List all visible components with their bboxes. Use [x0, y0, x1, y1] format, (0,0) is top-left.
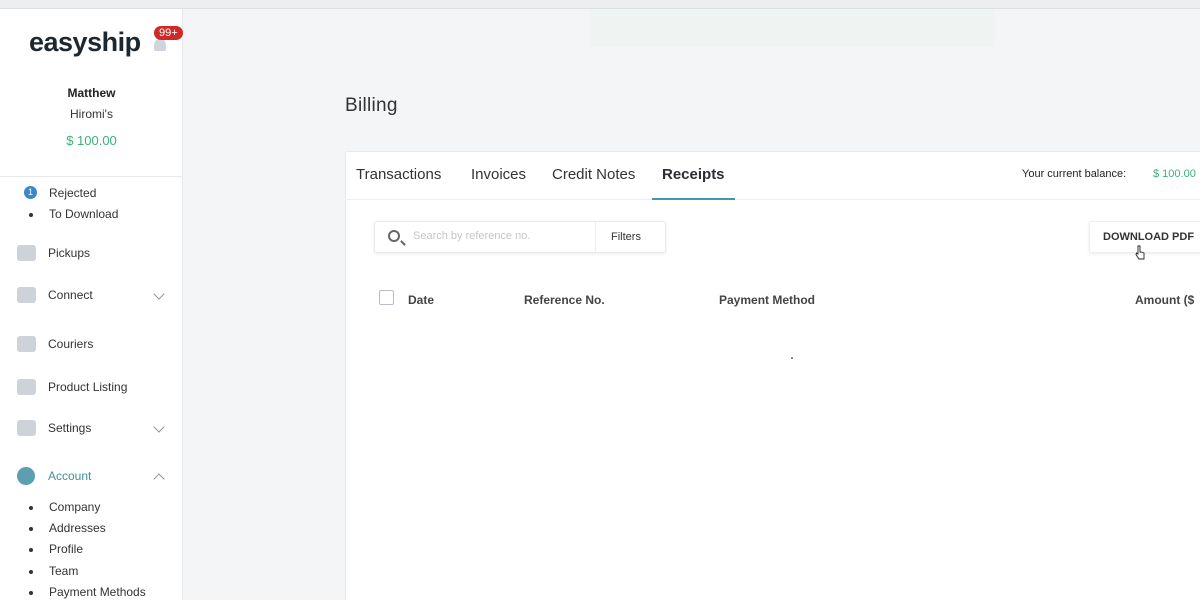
loading-indicator [791, 357, 793, 359]
account-icon [17, 467, 35, 485]
current-balance-value: $ 100.00 [1153, 168, 1196, 180]
bell-icon[interactable] [154, 39, 166, 51]
sidebar: easyship 99+ Matthew Hiromi's $ 100.00 1… [0, 9, 183, 600]
settings-icon [17, 420, 36, 436]
sidebar-divider [0, 176, 183, 177]
sidebar-item-label: Settings [48, 421, 92, 435]
filters-button[interactable]: Filters [611, 231, 641, 243]
current-balance-label: Your current balance: [1022, 168, 1127, 180]
download-pdf-label: DOWNLOAD PDF [1103, 231, 1195, 243]
tabs-divider [345, 199, 1200, 200]
bullet-icon [29, 570, 33, 574]
chevron-up-icon [153, 473, 165, 485]
tab-invoices[interactable]: Invoices [471, 166, 526, 183]
notification-badge[interactable]: 99+ [154, 26, 183, 40]
column-header-reference[interactable]: Reference No. [524, 293, 605, 307]
sidebar-item-label: Connect [48, 288, 93, 302]
box-icon [17, 379, 36, 395]
filters-separator [595, 222, 596, 252]
sidebar-item-settings[interactable]: Settings [0, 416, 183, 442]
courier-icon [17, 336, 36, 352]
browser-top-strip [0, 0, 1200, 9]
select-all-checkbox[interactable] [379, 290, 394, 305]
user-name: Matthew [67, 86, 116, 100]
search-icon [388, 230, 400, 242]
sidebar-subitem-profile[interactable]: Profile [49, 542, 83, 556]
chevron-down-icon [153, 288, 165, 300]
bullet-icon [29, 548, 33, 552]
user-balance: $ 100.00 [66, 133, 117, 148]
sidebar-subitem-team[interactable]: Team [49, 564, 78, 578]
sidebar-item-account[interactable]: Account [0, 464, 183, 490]
easyship-logo[interactable]: easyship [29, 27, 141, 58]
sidebar-item-connect[interactable]: Connect [0, 283, 183, 309]
tab-credit-notes[interactable]: Credit Notes [552, 166, 635, 183]
sidebar-subitem-rejected[interactable]: Rejected [49, 186, 96, 200]
bullet-icon [29, 506, 33, 510]
user-company: Hiromi's [70, 107, 113, 121]
sidebar-item-couriers[interactable]: Couriers [0, 332, 183, 358]
sidebar-subitem-company[interactable]: Company [49, 500, 100, 514]
sidebar-subitem-addresses[interactable]: Addresses [49, 521, 106, 535]
chevron-down-icon [153, 421, 165, 433]
top-banner-area [590, 9, 995, 47]
column-header-date[interactable]: Date [408, 293, 434, 307]
bullet-icon [29, 527, 33, 531]
sidebar-item-label: Pickups [48, 246, 91, 260]
search-input[interactable] [413, 230, 588, 242]
sidebar-subitem-to-download[interactable]: To Download [49, 207, 118, 221]
active-tab-indicator [652, 198, 735, 200]
sidebar-item-label: Couriers [48, 337, 94, 351]
truck-icon [17, 245, 36, 261]
column-header-payment-method[interactable]: Payment Method [719, 293, 815, 307]
hand-icon [17, 287, 36, 303]
sidebar-item-label: Account [48, 469, 92, 483]
tab-transactions[interactable]: Transactions [356, 166, 441, 183]
billing-card [345, 151, 1200, 600]
search-bar: Filters [374, 221, 666, 253]
sidebar-item-pickups[interactable]: Pickups [0, 241, 183, 267]
hand-cursor-icon [1135, 245, 1145, 260]
rejected-count-badge: 1 [24, 186, 37, 199]
tab-receipts[interactable]: Receipts [662, 166, 725, 183]
bullet-icon [29, 213, 33, 217]
sidebar-item-product-listing[interactable]: Product Listing [0, 375, 183, 401]
bullet-icon [29, 591, 33, 595]
sidebar-subitem-payment-methods[interactable]: Payment Methods [49, 585, 146, 599]
page-title: Billing [345, 95, 398, 116]
sidebar-item-label: Product Listing [48, 380, 128, 394]
column-header-amount[interactable]: Amount ($ [1135, 293, 1194, 307]
